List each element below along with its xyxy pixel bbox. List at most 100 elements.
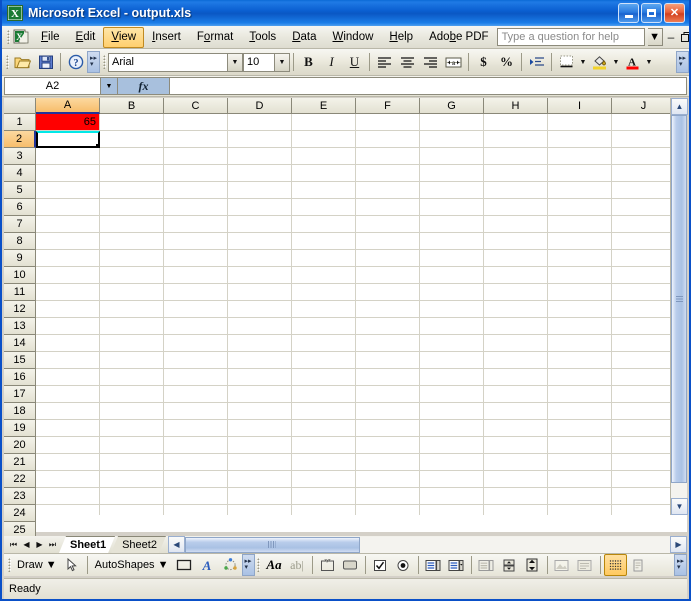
cell-i8[interactable] — [548, 233, 612, 250]
cell-a22[interactable] — [36, 471, 100, 488]
select-all-button[interactable] — [4, 98, 36, 114]
row-header-17[interactable]: 17 — [4, 386, 36, 403]
row-header-18[interactable]: 18 — [4, 403, 36, 420]
cell-h17[interactable] — [484, 386, 548, 403]
cell-f15[interactable] — [356, 352, 420, 369]
combo-box-icon[interactable] — [445, 554, 468, 576]
cell-g2[interactable] — [420, 131, 484, 148]
cell-c6[interactable] — [164, 199, 228, 216]
cell-d17[interactable] — [228, 386, 292, 403]
cell-g16[interactable] — [420, 369, 484, 386]
open-icon[interactable] — [11, 51, 34, 73]
cell-a1[interactable]: 65 — [36, 114, 100, 131]
cell-h1[interactable] — [484, 114, 548, 131]
document-restore-button[interactable] — [679, 31, 689, 43]
cell-h2[interactable] — [484, 131, 548, 148]
cell-a16[interactable] — [36, 369, 100, 386]
cell-e11[interactable] — [292, 284, 356, 301]
cell-i18[interactable] — [548, 403, 612, 420]
cell-i9[interactable] — [548, 250, 612, 267]
sheet-tab-sheet2[interactable]: Sheet2 — [111, 536, 166, 553]
cell-e5[interactable] — [292, 182, 356, 199]
menu-tools[interactable]: Tools — [241, 27, 284, 48]
cell-h6[interactable] — [484, 199, 548, 216]
scroll-down-icon[interactable]: ▼ — [671, 498, 688, 515]
cell-c22[interactable] — [164, 471, 228, 488]
cell-g7[interactable] — [420, 216, 484, 233]
control-toolbox-gripper[interactable] — [255, 556, 263, 574]
cell-c1[interactable] — [164, 114, 228, 131]
cell-g4[interactable] — [420, 165, 484, 182]
percent-button[interactable]: % — [495, 51, 518, 73]
menu-format[interactable]: Format — [189, 27, 241, 48]
properties-icon[interactable] — [627, 554, 650, 576]
cell-d19[interactable] — [228, 420, 292, 437]
row-header-15[interactable]: 15 — [4, 352, 36, 369]
cell-a21[interactable] — [36, 454, 100, 471]
cell-c4[interactable] — [164, 165, 228, 182]
maximize-button[interactable] — [641, 3, 662, 23]
cell-h10[interactable] — [484, 267, 548, 284]
cell-e24[interactable] — [292, 505, 356, 515]
fill-color-icon[interactable] — [588, 51, 611, 73]
cell-i14[interactable] — [548, 335, 612, 352]
cell-f18[interactable] — [356, 403, 420, 420]
cell-a8[interactable] — [36, 233, 100, 250]
align-center-icon[interactable] — [396, 51, 419, 73]
option-button-icon[interactable] — [392, 554, 415, 576]
cell-b5[interactable] — [100, 182, 164, 199]
cell-j6[interactable] — [612, 199, 670, 216]
cell-h22[interactable] — [484, 471, 548, 488]
button-icon[interactable] — [339, 554, 362, 576]
cell-e14[interactable] — [292, 335, 356, 352]
cell-d13[interactable] — [228, 318, 292, 335]
rectangle-icon[interactable] — [173, 554, 196, 576]
menubar-gripper[interactable] — [4, 28, 12, 46]
cell-g9[interactable] — [420, 250, 484, 267]
cell-c9[interactable] — [164, 250, 228, 267]
cell-j1[interactable] — [612, 114, 670, 131]
label-icon[interactable]: Aa — [263, 554, 286, 576]
diagram-icon[interactable] — [219, 554, 242, 576]
control-toolbox-options[interactable]: ▸▸ ▾ — [674, 554, 687, 576]
cell-e21[interactable] — [292, 454, 356, 471]
cell-c17[interactable] — [164, 386, 228, 403]
cell-d11[interactable] — [228, 284, 292, 301]
row-header-16[interactable]: 16 — [4, 369, 36, 386]
cell-i10[interactable] — [548, 267, 612, 284]
cell-d23[interactable] — [228, 488, 292, 505]
standard-toolbar-gripper[interactable] — [3, 53, 11, 71]
formatting-toolbar-gripper[interactable] — [100, 53, 108, 71]
cell-c7[interactable] — [164, 216, 228, 233]
cell-h14[interactable] — [484, 335, 548, 352]
cell-c10[interactable] — [164, 267, 228, 284]
cell-d15[interactable] — [228, 352, 292, 369]
cell-j10[interactable] — [612, 267, 670, 284]
column-header-h[interactable]: H — [484, 98, 548, 114]
column-header-j[interactable]: J — [612, 98, 676, 114]
cell-e18[interactable] — [292, 403, 356, 420]
cell-c13[interactable] — [164, 318, 228, 335]
cell-b13[interactable] — [100, 318, 164, 335]
column-header-g[interactable]: G — [420, 98, 484, 114]
cell-f5[interactable] — [356, 182, 420, 199]
cell-f3[interactable] — [356, 148, 420, 165]
row-header-24[interactable]: 24 — [4, 505, 36, 522]
cell-h23[interactable] — [484, 488, 548, 505]
cell-b23[interactable] — [100, 488, 164, 505]
cell-e13[interactable] — [292, 318, 356, 335]
cell-f16[interactable] — [356, 369, 420, 386]
menu-edit[interactable]: Edit — [68, 27, 104, 48]
save-icon[interactable] — [34, 51, 57, 73]
cell-b21[interactable] — [100, 454, 164, 471]
close-button[interactable]: ✕ — [664, 3, 685, 23]
row-header-23[interactable]: 23 — [4, 488, 36, 505]
cell-j16[interactable] — [612, 369, 670, 386]
cell-e12[interactable] — [292, 301, 356, 318]
cell-a13[interactable] — [36, 318, 100, 335]
cell-d5[interactable] — [228, 182, 292, 199]
cell-c3[interactable] — [164, 148, 228, 165]
wordart-icon[interactable]: A — [196, 554, 219, 576]
cell-i5[interactable] — [548, 182, 612, 199]
cell-a12[interactable] — [36, 301, 100, 318]
